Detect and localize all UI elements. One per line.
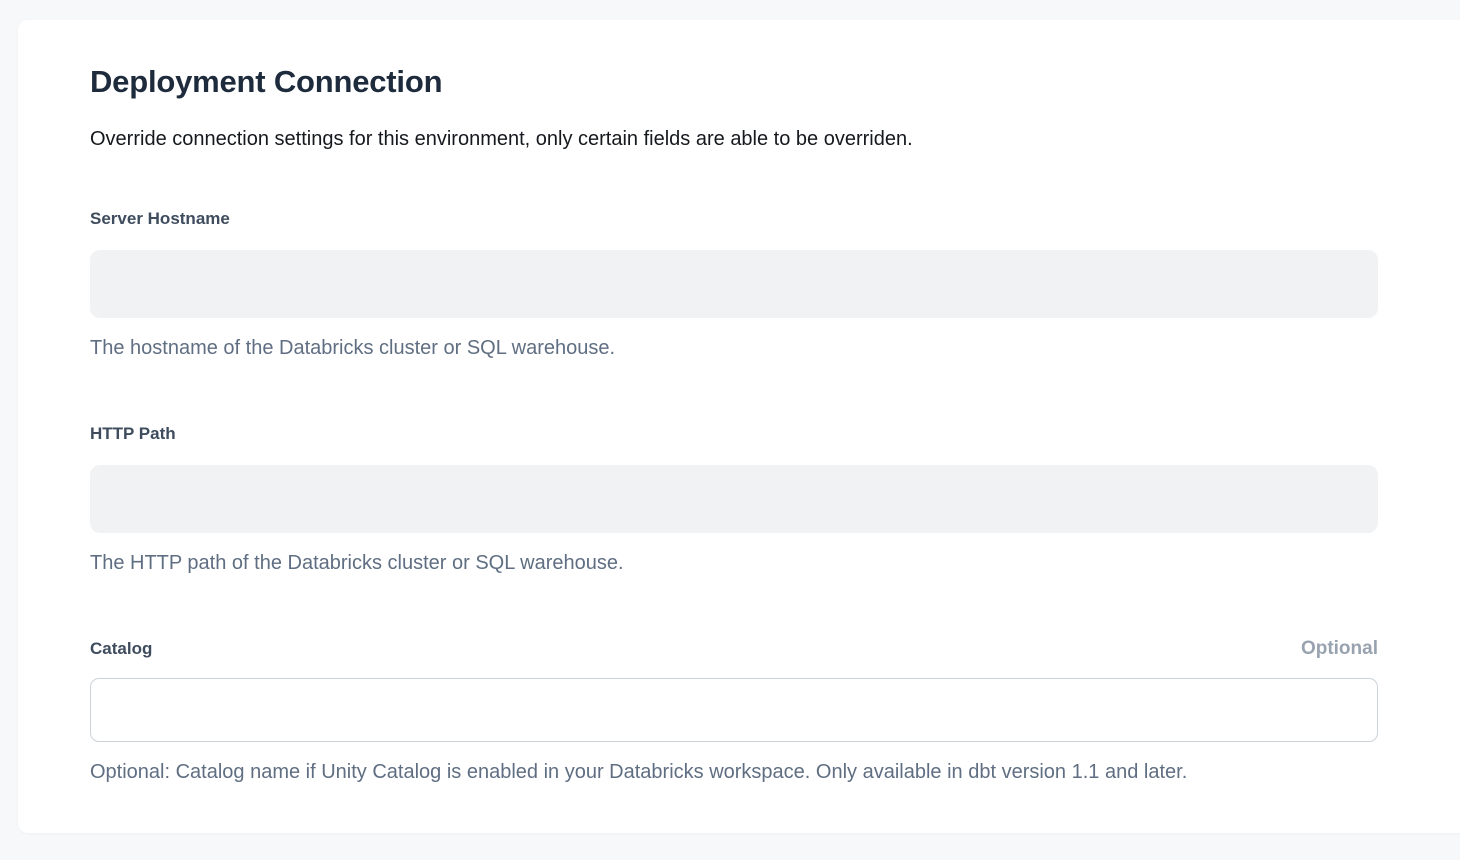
http-path-helper: The HTTP path of the Databricks cluster … — [90, 550, 1378, 576]
catalog-label: Catalog — [90, 638, 152, 660]
deployment-connection-card: Deployment Connection Override connectio… — [18, 20, 1460, 833]
http-path-label: HTTP Path — [90, 423, 176, 445]
optional-badge: Optional — [1301, 638, 1378, 660]
field-server-hostname: Server Hostname The hostname of the Data… — [90, 208, 1378, 361]
server-hostname-helper: The hostname of the Databricks cluster o… — [90, 335, 1378, 361]
catalog-input[interactable] — [90, 678, 1378, 742]
http-path-input — [90, 465, 1378, 533]
catalog-helper: Optional: Catalog name if Unity Catalog … — [90, 759, 1378, 785]
server-hostname-label: Server Hostname — [90, 208, 230, 230]
page-title: Deployment Connection — [90, 62, 1378, 102]
field-catalog: Catalog Optional Optional: Catalog name … — [90, 638, 1378, 785]
field-http-path: HTTP Path The HTTP path of the Databrick… — [90, 423, 1378, 576]
server-hostname-input — [90, 250, 1378, 318]
page-description: Override connection settings for this en… — [90, 126, 1378, 152]
